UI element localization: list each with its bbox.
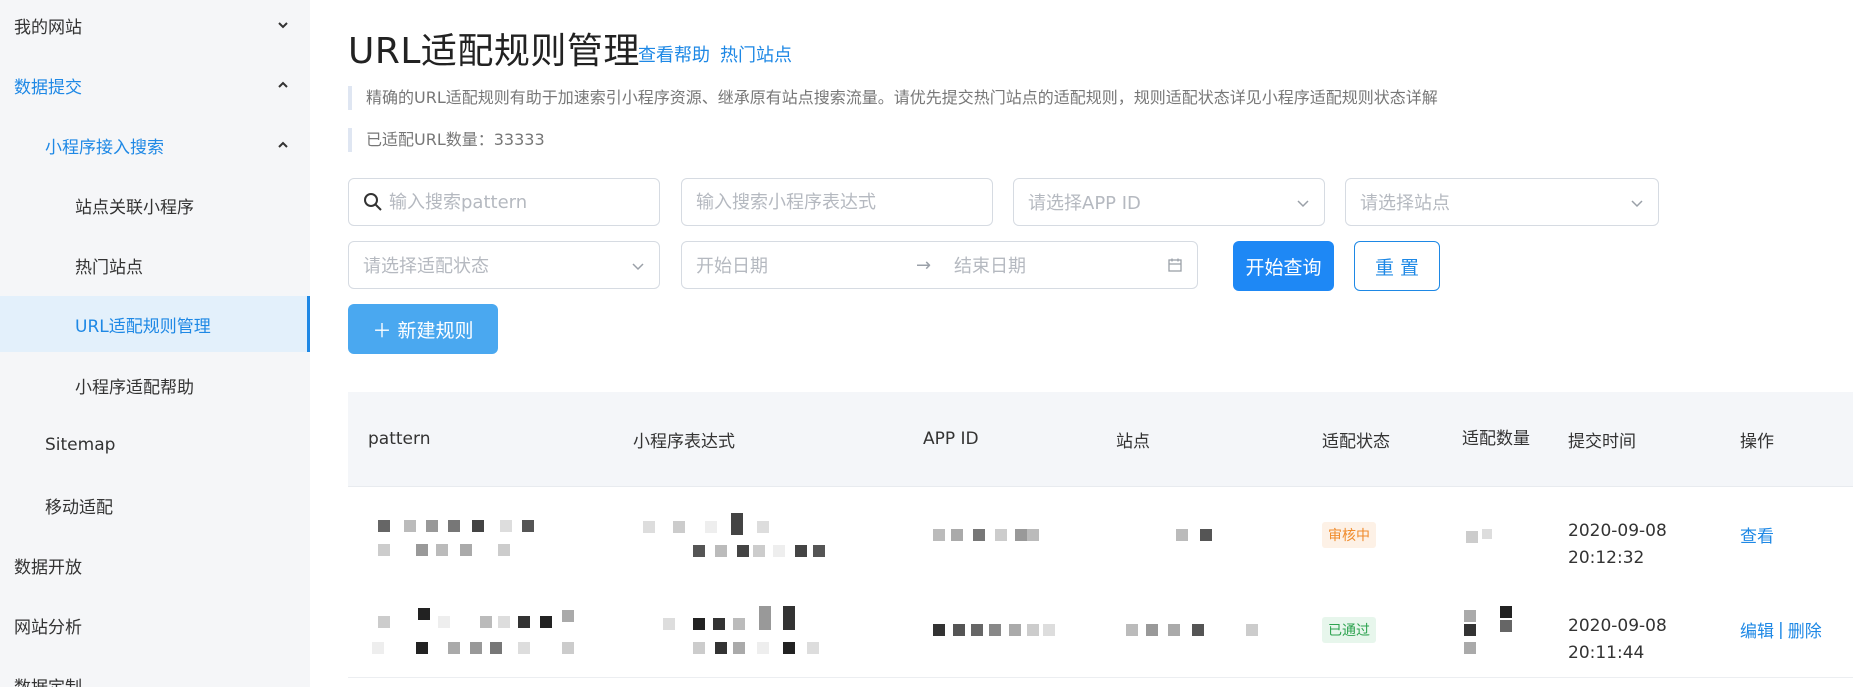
end-date-placeholder[interactable]: 结束日期 — [954, 252, 1026, 278]
sidebar-item-label: 数据开放 — [14, 557, 82, 578]
action-separator: | — [1778, 619, 1784, 640]
col-pattern: pattern — [368, 429, 431, 449]
sidebar-item-label: 网站分析 — [14, 617, 82, 638]
redacted-pattern — [368, 602, 598, 657]
new-rule-button[interactable]: ＋ 新建规则 — [348, 304, 498, 354]
sidebar-item-sitemap[interactable]: Sitemap — [0, 416, 310, 474]
col-count: 适配数量 — [1462, 428, 1530, 449]
search-icon — [364, 193, 382, 211]
time-date: 2020-09-08 — [1568, 520, 1667, 541]
range-arrow: → — [916, 254, 932, 276]
sidebar-item-site-link[interactable]: 站点关联小程序 — [0, 176, 310, 234]
expr-search-input[interactable] — [696, 191, 978, 213]
table-row: 审核中 2020-09-08 20:12:32 查看 — [348, 487, 1853, 583]
status-badge: 审核中 — [1322, 521, 1376, 548]
col-expr: 小程序表达式 — [633, 431, 735, 452]
redacted-appid — [923, 620, 1083, 640]
redacted-count — [1462, 602, 1522, 657]
appid-select[interactable]: 请选择APP ID — [1013, 178, 1325, 226]
pattern-search-input[interactable] — [389, 191, 645, 213]
status-select[interactable]: 请选择适配状态 — [348, 241, 660, 289]
sidebar-item-miniprogram-search[interactable]: 小程序接入搜索 — [0, 116, 310, 174]
redacted-expr — [633, 600, 853, 658]
sidebar-item-my-sites[interactable]: 我的网站 — [0, 0, 310, 54]
help-link[interactable]: 查看帮助 — [638, 41, 710, 67]
expr-search-field[interactable] — [681, 178, 993, 226]
time-clock: 20:11:44 — [1568, 642, 1645, 663]
action-cell: 查看 — [1740, 487, 1774, 582]
delete-link[interactable]: 删除 — [1788, 617, 1822, 642]
col-site: 站点 — [1116, 431, 1150, 452]
sidebar-item-label: 小程序接入搜索 — [45, 137, 164, 158]
main-content: URL适配规则管理 查看帮助 热门站点 精确的URL适配规则有助于加速索引小程序… — [310, 0, 1862, 687]
time-cell: 2020-09-08 20:12:32 — [1568, 487, 1667, 582]
time-date: 2020-09-08 — [1568, 615, 1667, 636]
redacted-site — [1116, 620, 1266, 640]
page-title: URL适配规则管理 — [348, 31, 640, 72]
edit-link[interactable]: 编辑 — [1740, 617, 1774, 642]
col-time: 提交时间 — [1568, 431, 1636, 452]
action-cell: 编辑 | 删除 — [1740, 582, 1822, 677]
redacted-pattern — [368, 512, 598, 560]
appid-select-placeholder: 请选择APP ID — [1028, 193, 1141, 214]
col-appid: APP ID — [923, 429, 979, 449]
site-select-placeholder: 请选择站点 — [1360, 193, 1450, 214]
time-clock: 20:12:32 — [1568, 547, 1645, 568]
sidebar-item-label: 数据定制 — [14, 673, 82, 687]
date-range-picker[interactable]: 开始日期 → 结束日期 — [681, 241, 1198, 289]
status-cell: 已通过 — [1322, 582, 1376, 677]
col-action: 操作 — [1740, 431, 1774, 452]
redacted-expr — [633, 507, 853, 562]
col-status: 适配状态 — [1322, 431, 1390, 452]
sidebar: 我的网站 数据提交 小程序接入搜索 站点关联小程序 热门站点 URL适配规则管理… — [0, 0, 310, 687]
table-row: 已通过 2020-09-08 20:11:44 编辑 | 删除 — [348, 582, 1853, 678]
sidebar-item-label: 热门站点 — [75, 257, 143, 278]
chevron-up-icon — [276, 138, 290, 152]
sidebar-item-data-open[interactable]: 数据开放 — [0, 536, 310, 594]
site-select[interactable]: 请选择站点 — [1345, 178, 1659, 226]
description-note: 精确的URL适配规则有助于加速索引小程序资源、继承原有站点搜索流量。请优先提交热… — [348, 86, 1438, 110]
chevron-up-icon — [276, 78, 290, 92]
hot-sites-link[interactable]: 热门站点 — [720, 41, 792, 67]
status-badge: 已通过 — [1322, 616, 1376, 643]
sidebar-item-adapt-help[interactable]: 小程序适配帮助 — [0, 356, 310, 414]
reset-button[interactable]: 重 置 — [1354, 241, 1440, 291]
adapted-count: 已适配URL数量：33333 — [348, 128, 545, 152]
chevron-down-icon — [631, 259, 645, 273]
table-header: pattern 小程序表达式 APP ID 站点 适配状态 适配数量 提交时间 … — [348, 392, 1853, 487]
chevron-down-icon — [1630, 196, 1644, 210]
sidebar-item-site-analysis[interactable]: 网站分析 — [0, 596, 310, 654]
sidebar-item-url-rules[interactable]: URL适配规则管理 — [0, 296, 310, 352]
redacted-site — [1116, 525, 1236, 545]
chevron-down-icon — [1296, 196, 1310, 210]
redacted-count — [1462, 525, 1512, 545]
sidebar-item-mobile-adapt[interactable]: 移动适配 — [0, 476, 310, 534]
start-date-placeholder[interactable]: 开始日期 — [696, 252, 916, 278]
redacted-appid — [923, 525, 1083, 545]
sidebar-item-label: 小程序适配帮助 — [75, 377, 194, 398]
sidebar-item-label: 站点关联小程序 — [75, 197, 194, 218]
query-button[interactable]: 开始查询 — [1233, 241, 1334, 291]
status-select-placeholder: 请选择适配状态 — [363, 256, 489, 277]
status-cell: 审核中 — [1322, 487, 1376, 582]
sidebar-item-hot-sites[interactable]: 热门站点 — [0, 236, 310, 294]
chevron-down-icon — [276, 18, 290, 32]
pattern-search-field[interactable] — [348, 178, 660, 226]
sidebar-item-data-submit[interactable]: 数据提交 — [0, 56, 310, 114]
calendar-icon — [1167, 257, 1183, 273]
sidebar-item-label: 我的网站 — [14, 17, 82, 38]
sidebar-item-label: 数据提交 — [14, 77, 82, 98]
time-cell: 2020-09-08 20:11:44 — [1568, 582, 1667, 677]
sidebar-item-data-custom[interactable]: 数据定制 — [0, 656, 310, 687]
sidebar-item-label: Sitemap — [45, 435, 116, 455]
sidebar-item-label: 移动适配 — [45, 497, 113, 518]
view-link[interactable]: 查看 — [1740, 522, 1774, 547]
sidebar-item-label: URL适配规则管理 — [75, 316, 211, 337]
